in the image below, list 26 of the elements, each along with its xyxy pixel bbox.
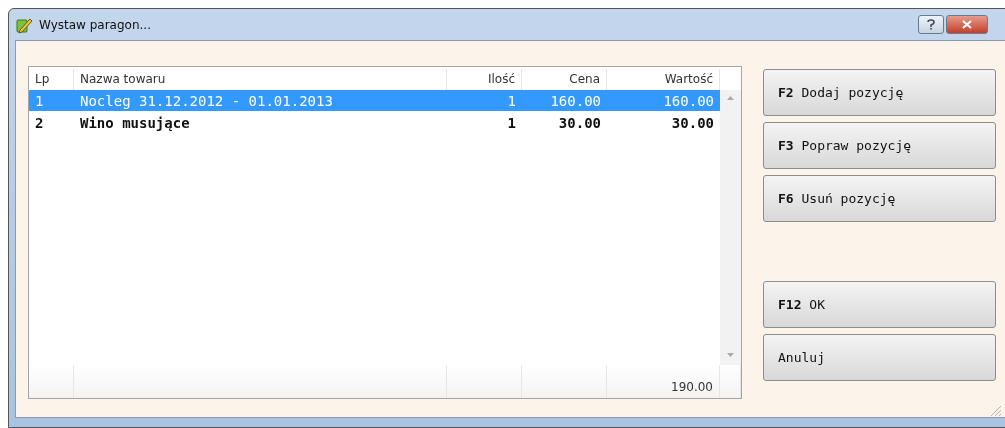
table-cell-text: Wino musujące <box>79 114 191 131</box>
action-button[interactable]: Anuluj <box>763 334 996 381</box>
table-cell-text: 160.00 <box>549 92 602 109</box>
window-title: Wystaw paragon... <box>39 17 151 32</box>
scroll-up-icon <box>727 96 734 100</box>
table-cell-text: 160.00 <box>662 92 715 109</box>
table-cell-text: Nocleg 31.12.2012 - 01.01.2013 <box>79 92 334 109</box>
table-cell-text: 30.00 <box>557 114 602 131</box>
table-cell-text: 1 <box>34 92 45 109</box>
scrollbar[interactable] <box>720 90 741 365</box>
question-icon <box>927 19 935 30</box>
resize-grip-icon <box>988 403 1002 417</box>
help-button[interactable] <box>918 15 944 34</box>
action-button[interactable]: F2 Dodaj pozycję <box>763 69 996 116</box>
table-cell-text: 30.00 <box>670 114 715 131</box>
action-button[interactable]: F6 Usuń pozycję <box>763 175 996 222</box>
table-cell-text: 2 <box>34 114 45 131</box>
table-row[interactable]: 2 Wino musujące 1 30.00 30.00 <box>29 112 720 133</box>
close-icon <box>962 20 972 29</box>
table-cell-text: 1 <box>506 114 517 131</box>
table-cell-text: 1 <box>506 92 517 109</box>
close-button[interactable] <box>946 15 988 34</box>
action-button[interactable]: F12 OK <box>763 281 996 328</box>
total-value: 190.00 <box>671 380 713 394</box>
scroll-down-icon <box>727 353 734 357</box>
action-button[interactable]: F3 Popraw pozycję <box>763 122 996 169</box>
